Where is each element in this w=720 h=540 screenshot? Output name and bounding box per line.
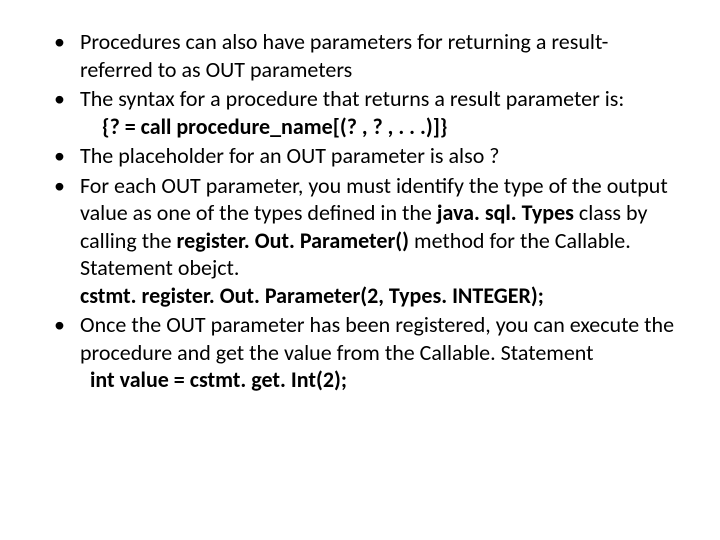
list-item: The syntax for a procedure that returns … xyxy=(40,85,680,140)
list-item: For each OUT parameter, you must identif… xyxy=(40,172,680,310)
bold-text: register. Out. Parameter() xyxy=(177,227,409,254)
list-item: Procedures can also have parameters for … xyxy=(40,28,680,83)
bold-text: java. sql. Types xyxy=(437,199,574,226)
bullet-list: Procedures can also have parameters for … xyxy=(40,28,680,394)
bullet-text: The syntax for a procedure that returns … xyxy=(80,85,624,112)
list-item: The placeholder for an OUT parameter is … xyxy=(40,142,680,170)
code-line: cstmt. register. Out. Parameter(2, Types… xyxy=(80,282,680,310)
code-line: {? = call procedure_name[(? , ? , . . .)… xyxy=(80,113,680,141)
code-line: int value = cstmt. get. Int(2); xyxy=(80,366,680,394)
list-item: Once the OUT parameter has been register… xyxy=(40,311,680,394)
bullet-text: The placeholder for an OUT parameter is … xyxy=(80,142,499,169)
bullet-text: Once the OUT parameter has been register… xyxy=(80,311,674,366)
bullet-text: Procedures can also have parameters for … xyxy=(80,28,608,83)
